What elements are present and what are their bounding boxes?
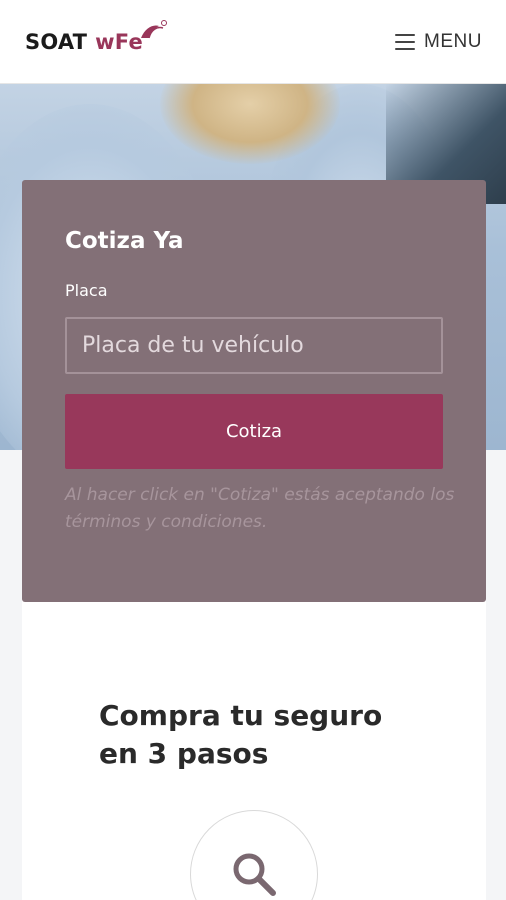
quote-submit-button[interactable]: Cotiza xyxy=(65,394,443,469)
plate-input[interactable] xyxy=(65,317,443,374)
plate-label: Placa xyxy=(65,281,108,300)
search-icon xyxy=(233,853,276,896)
hamburger-icon xyxy=(395,33,416,50)
logo-leaf-icon xyxy=(141,19,167,38)
menu-label: MENU xyxy=(424,30,482,52)
menu-button[interactable]: MENU xyxy=(395,31,482,53)
site-header: SOAT wFe MENU xyxy=(0,0,506,84)
steps-title: Compra tu seguro en 3 pasos xyxy=(99,699,383,770)
terms-note: Al hacer click en "Cotiza" estás aceptan… xyxy=(65,485,455,532)
quote-card-title: Cotiza Ya xyxy=(65,228,184,254)
soat-wfe-logo[interactable]: SOAT wFe xyxy=(25,19,167,54)
logo-soat-text: SOAT xyxy=(25,29,88,54)
quote-card: Cotiza Ya Placa Cotiza Al hacer click en… xyxy=(22,180,486,602)
logo-wfe-text: wFe xyxy=(95,29,143,54)
